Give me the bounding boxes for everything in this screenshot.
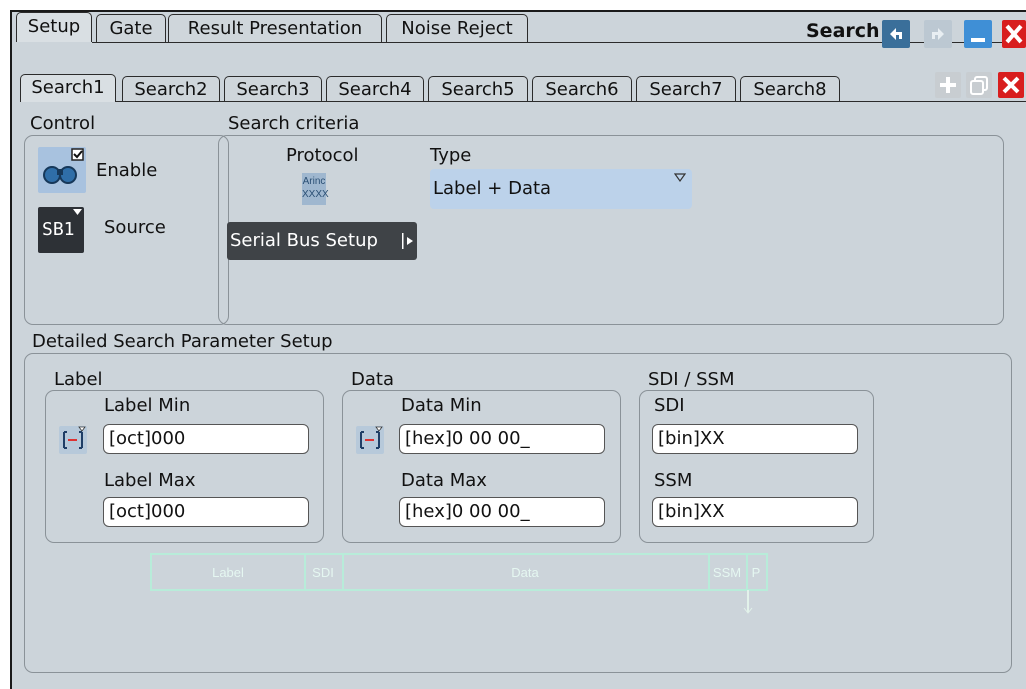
sdi-label: SDI: [654, 395, 685, 416]
source-selector[interactable]: SB1: [38, 207, 84, 253]
frame-sdi-field: SDI: [304, 553, 344, 591]
sdi-input[interactable]: [bin]XX: [652, 424, 858, 454]
plus-icon: [940, 77, 956, 93]
type-value: Label + Data: [433, 178, 552, 199]
label-range-button[interactable]: [59, 426, 87, 454]
frame-parity-field: P: [746, 553, 768, 591]
detailed-setup-title: Detailed Search Parameter Setup: [32, 331, 333, 352]
tab-search1[interactable]: Search1: [20, 74, 116, 102]
label-group-title: Label: [54, 369, 103, 390]
frame-marker-icon: [743, 590, 753, 614]
type-label: Type: [430, 145, 472, 166]
range-icon: [63, 426, 86, 449]
label-min-input[interactable]: [oct]000: [103, 424, 309, 454]
minimize-icon: [971, 38, 985, 42]
add-search-button[interactable]: [935, 72, 961, 98]
close-icon: [1005, 24, 1023, 44]
delete-search-button[interactable]: [998, 72, 1024, 98]
close-icon: [1002, 76, 1020, 94]
tab-search2[interactable]: Search2: [122, 76, 220, 102]
source-label: Source: [104, 217, 166, 238]
dropdown-arrow-icon: [674, 173, 686, 183]
frame-ssm-field: SSM: [708, 553, 748, 591]
protocol-icon-line1: Arinc: [302, 176, 326, 187]
tab-noise-reject[interactable]: Noise Reject: [386, 14, 528, 42]
minimize-button[interactable]: [964, 20, 992, 48]
tab-result-presentation[interactable]: Result Presentation: [168, 14, 382, 42]
copy-icon: [970, 76, 988, 95]
ssm-label: SSM: [654, 470, 693, 491]
enable-label: Enable: [96, 160, 158, 181]
tab-search7[interactable]: Search7: [636, 76, 736, 102]
data-min-input[interactable]: [hex]0 00 00_: [399, 424, 605, 454]
data-max-label: Data Max: [401, 470, 487, 491]
label-min-label: Label Min: [104, 395, 191, 416]
label-max-label: Label Max: [104, 470, 196, 491]
sdi-ssm-group-title: SDI / SSM: [648, 369, 735, 390]
ssm-input[interactable]: [bin]XX: [652, 497, 858, 527]
serial-bus-setup-label: Serial Bus Setup: [230, 230, 378, 251]
chevron-down-icon: [73, 209, 82, 215]
undo-icon: [890, 28, 902, 40]
tab-search3[interactable]: Search3: [224, 76, 322, 102]
data-max-input[interactable]: [hex]0 00 00_: [399, 497, 605, 527]
data-range-button[interactable]: [356, 426, 384, 454]
subtab-divider: [116, 101, 1026, 102]
redo-button[interactable]: [924, 20, 952, 48]
range-icon: [360, 426, 383, 449]
frame-data-field: Data: [342, 553, 710, 591]
protocol-icon-line2: XXXX: [302, 189, 329, 200]
enable-toggle[interactable]: [38, 147, 86, 193]
close-button[interactable]: [1002, 20, 1026, 48]
tab-search8[interactable]: Search8: [740, 76, 840, 102]
play-arrow-icon: [402, 233, 413, 249]
data-group-title: Data: [351, 369, 394, 390]
copy-search-button[interactable]: [966, 72, 992, 98]
control-title: Control: [30, 113, 96, 134]
frame-label-field: Label: [150, 553, 306, 591]
serial-bus-setup-button[interactable]: Serial Bus Setup: [227, 222, 417, 260]
window-title: Search: [806, 20, 880, 42]
protocol-label: Protocol: [286, 145, 359, 166]
data-min-label: Data Min: [401, 395, 482, 416]
tab-search5[interactable]: Search5: [428, 76, 528, 102]
tab-search6[interactable]: Search6: [532, 76, 632, 102]
redo-icon: [932, 28, 944, 40]
type-dropdown[interactable]: Label + Data: [430, 169, 692, 209]
search-criteria-title: Search criteria: [228, 113, 360, 134]
label-max-input[interactable]: [oct]000: [103, 497, 309, 527]
tab-gate[interactable]: Gate: [96, 14, 166, 42]
tab-search4[interactable]: Search4: [326, 76, 424, 102]
binoculars-icon: [43, 148, 84, 184]
arinc-protocol-icon: Arinc XXXX: [302, 173, 329, 205]
undo-button[interactable]: [882, 20, 910, 48]
tab-setup[interactable]: Setup: [16, 12, 92, 42]
